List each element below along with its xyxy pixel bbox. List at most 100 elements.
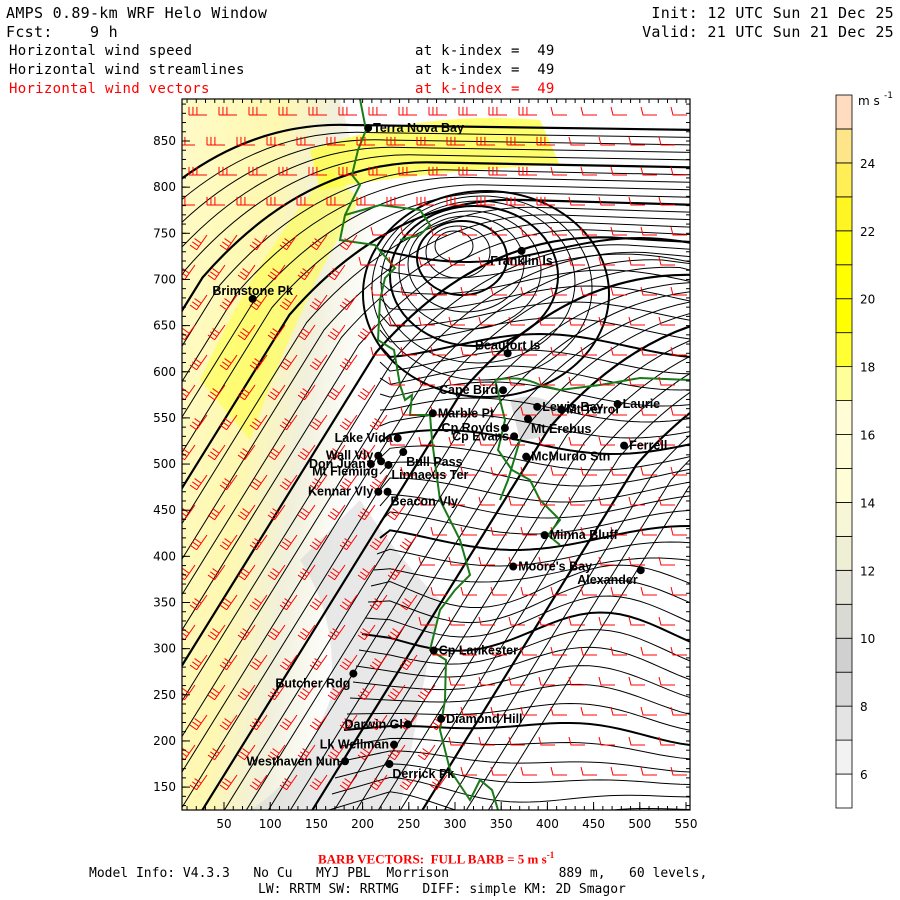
x-tick-label: 500 [628,817,651,831]
x-tick-label: 300 [444,817,467,831]
colorbar-label: 14 [860,496,875,510]
station-dot [540,531,549,540]
station-dot [403,720,412,729]
station-dot [393,434,402,443]
field-speed-level: at k-index = 49 [415,43,555,59]
station-label: Ferrell [629,439,667,453]
colorbar-label: 24 [860,157,875,171]
station: Minna Bluff [540,528,619,542]
colorbar-box [835,196,853,232]
field-vectors-level: at k-index = 49 [415,81,555,97]
valid-time: Valid: 21 UTC Sun 21 Dec 25 [642,23,894,41]
station-label: Beacon Vly [391,495,458,509]
barb-legend-text: BARB VECTORS: FULL BARB = 5 m s [318,851,547,867]
colorbar-box [835,739,853,775]
station-dot [509,562,518,571]
station-label: Butcher Rdg [275,677,350,691]
x-tick-label: 250 [397,817,420,831]
station: Cp Lankester [429,643,518,657]
physics-info: LW: RRTM SW: RRTMG DIFF: simple KM: 2D S… [258,882,626,897]
model-info: Model Info: V4.3.3 No Cu MYJ PBL Morriso… [89,866,708,881]
colorbar-box [835,773,853,809]
station-dot [522,452,531,461]
station: Lk Wellman [320,738,399,752]
station-dot [499,386,508,395]
station-label: Mt Terror [566,403,620,417]
barb-legend: BARB VECTORS: FULL BARB = 5 m s-1 [318,850,554,867]
y-tick-label: 800 [153,180,176,194]
y-tick-label: 300 [153,642,176,656]
colorbar-box [835,400,853,435]
colorbar-label: 18 [860,361,875,375]
station-dot [349,669,358,678]
station-label: Derrick Pk [392,767,454,781]
colorbar-box [835,671,853,707]
y-tick-label: 350 [153,596,176,610]
forecast-hour: Fcst: 9 h [6,23,118,41]
station-label: Cp Lankester [439,643,518,657]
colorbar-box [835,128,853,164]
station: Moore's Bay [509,560,592,574]
x-tick-label: 200 [351,817,374,831]
colorbar-box [835,434,853,469]
colorbar-box [835,535,853,571]
station-dot [390,740,399,749]
y-tick-label: 750 [153,226,176,240]
station-label: Linnaeus Ter [391,468,468,482]
station: Lake Vida [335,431,402,445]
colorbar-box [835,366,853,401]
colorbar-label: 20 [860,293,875,307]
station-label: Laurie [623,397,661,411]
x-tick-label: 100 [259,817,282,831]
station-label: Diamond Hill [446,712,522,726]
colorbar-units: m s [858,94,880,108]
y-tick-label: 850 [153,134,176,148]
station-label: Minna Bluff [550,528,619,542]
colorbar-label: 16 [860,429,875,443]
colorbar-label: 12 [860,564,875,578]
station-label: Mt Fleming [312,464,378,478]
colorbar-box [835,298,853,334]
station-label: Lk Wellman [320,738,389,752]
colorbar-box [835,264,853,300]
station-dot [429,646,438,655]
colorbar-label: 10 [860,632,875,646]
field-vectors-name: Horizontal wind vectors [9,81,210,97]
station: Darwin Gl [345,717,412,731]
colorbar-box [835,502,853,537]
station-dot [428,409,437,418]
colorbar-box [835,603,853,639]
station-label: Franklin Is [490,254,553,268]
station-dot [364,124,373,133]
wind-map: 50 100 150 200 250 300 350 400 450 500 550 850 800 75… [153,91,893,831]
y-tick-label: 250 [153,688,176,702]
colorbar-box [835,705,853,741]
station-label: Terra Nova Bay [373,121,464,135]
station-dot [374,487,383,496]
station-dot [620,441,629,450]
plot-title: AMPS 0.89-km WRF Helo Window [6,4,268,22]
station: Westhaven Nun [246,754,350,768]
station: Diamond Hill [437,712,523,726]
colorbar-box [835,332,853,368]
colorbar-box [835,94,853,130]
station: Terra Nova Bay [364,121,464,135]
station-label: Alexander [577,573,638,587]
colorbar-box [835,162,853,198]
station-label: McMurdo Stn [531,450,610,464]
y-tick-label: 600 [153,365,176,379]
station-label: Beaufort Is [475,338,540,352]
station-label: Mt Erebus [531,422,591,436]
y-tick-label: 450 [153,503,176,517]
y-tick-label: 500 [153,457,176,471]
station-label: Lake Vida [335,431,394,445]
station-label: Kennar Vly [308,485,373,499]
station-dot [613,400,622,409]
field-streamlines-name: Horizontal wind streamlines [9,62,245,78]
station-label: Bull Pass [406,455,462,469]
station-label: Cape Bird [439,383,498,397]
station-dot [341,757,350,766]
y-tick-label: 550 [153,411,176,425]
station: Cape Bird [439,383,508,397]
station-dot [636,566,645,575]
